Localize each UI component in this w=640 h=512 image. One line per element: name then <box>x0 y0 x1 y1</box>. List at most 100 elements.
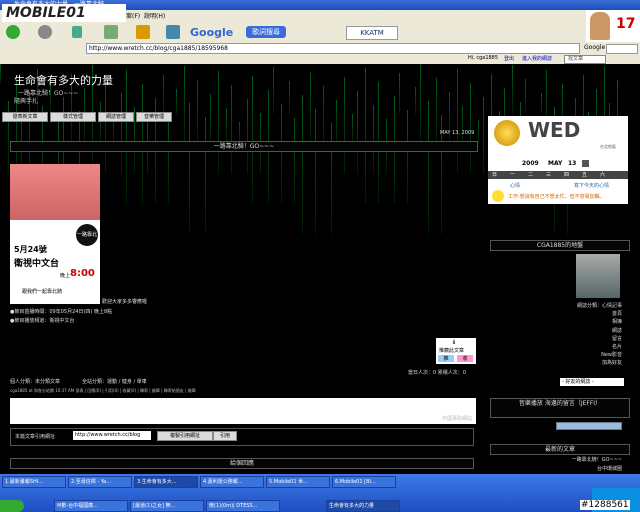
matrix-streak <box>168 112 169 204</box>
comment-hint: 中國爭取網站 <box>441 416 472 422</box>
mood-text: 工作:想說有自己不想太忙，但不容易加輯。 <box>508 194 605 200</box>
start-button[interactable] <box>0 500 24 512</box>
post-date: MAY 13, 2009 <box>440 130 475 136</box>
profile-links: 網誌分類：心情記事 首頁 相簿 網誌 留言 名片 New影音 加為好友 <box>556 302 622 368</box>
matrix-streak <box>226 108 227 144</box>
friends-blog-select[interactable]: - 好友的網誌 - <box>560 378 624 386</box>
recommend-label: 推薦此文章 <box>439 348 465 354</box>
info-icon: ℹ <box>453 339 456 346</box>
lyrics-search-button[interactable]: 歌詞搜尋 <box>246 26 286 38</box>
link-guestbook[interactable]: 留言 <box>556 335 622 343</box>
menu-help[interactable]: 說明(H) <box>144 11 165 20</box>
task-4[interactable]: 4.嘉利運公務報... <box>200 476 264 488</box>
matrix-streak <box>197 80 198 144</box>
matrix-streak <box>462 106 463 144</box>
latest-post-1[interactable]: 一路靠北騎！GO~~~ <box>560 456 622 463</box>
week-sun: 日 <box>492 172 498 178</box>
matrix-streak <box>399 73 400 114</box>
matrix-streak <box>365 68 366 204</box>
ad-banner[interactable]: 17 <box>586 10 640 42</box>
matrix-streak <box>373 105 374 174</box>
link-blog[interactable]: 網誌 <box>556 327 622 335</box>
task-3[interactable]: 3.生命會有多大... <box>134 476 198 488</box>
link-home[interactable]: 首頁 <box>556 310 622 318</box>
link-add-friend[interactable]: 加為好友 <box>556 359 622 367</box>
trackback-panel: 本篇文章引用網址 http://www.wretch.cc/blog 複製引用網… <box>10 428 474 446</box>
matrix-streak <box>0 64 1 84</box>
matrix-streak <box>105 79 106 174</box>
post-bullet-2: ●節目播放頻道：衛視中文台 <box>10 318 75 324</box>
personal-category[interactable]: 個人分類：未分類文章 <box>10 378 60 385</box>
task-7[interactable]: M數-台中福國廣... <box>54 500 128 512</box>
task-2[interactable]: 2.至尋信標 - Ya... <box>68 476 132 488</box>
copy-trackback-button[interactable]: 複製引用網址 <box>157 431 213 441</box>
address-bar: http://www.wretch.cc/blog/cga1885/185959… <box>0 42 640 54</box>
style-manage-button[interactable]: 樣式管理 <box>50 112 96 122</box>
matrix-streak <box>478 120 479 144</box>
week-tue: 二 <box>528 172 534 178</box>
logout-link[interactable]: 登出 <box>504 55 514 62</box>
music-title: 音樂播放 海邊的留言（JEFFI） <box>490 398 630 418</box>
mood-write-link[interactable]: 寫下今天的心情 <box>574 182 609 189</box>
tv-poster[interactable]: 一路靠北騎 5月24號 衛視中文台 晚上 8:00 跟我們一起靠北騎 <box>10 164 100 304</box>
view-counter: 當日人次：0 累積人次：0 <box>408 370 466 376</box>
matrix-streak <box>315 109 316 234</box>
comment-box[interactable]: 中國爭取網站 <box>10 398 476 424</box>
back-icon[interactable] <box>6 25 20 39</box>
week-wed: 三 <box>546 172 552 178</box>
new-post-button[interactable]: 發表新文章 <box>2 112 48 122</box>
latest-post-2[interactable]: 台中環城圈 <box>560 465 622 472</box>
profile-photo[interactable] <box>576 254 620 298</box>
matrix-streak <box>336 100 337 144</box>
mobile01-logo: MOBILE01 <box>2 4 126 22</box>
matrix-streak <box>294 118 295 204</box>
recommend-collect-button[interactable]: 收 <box>457 355 473 362</box>
task-10[interactable]: 生命會有多大的力量 <box>326 500 400 512</box>
google-search-box[interactable] <box>606 44 638 54</box>
matrix-streak <box>231 85 232 174</box>
sun-icon <box>494 120 520 146</box>
trackback-url-input[interactable]: http://www.wretch.cc/blog <box>73 431 151 440</box>
music-player[interactable] <box>556 422 622 430</box>
quote-button[interactable]: 引用 <box>213 431 237 441</box>
task-9[interactable]: 微(1)(0m)| DTESS... <box>206 500 280 512</box>
matrix-streak <box>126 70 127 204</box>
poster-photo <box>10 164 100 220</box>
enter-blog-link[interactable]: 進入我的網誌 <box>522 55 552 62</box>
recommend-push-button[interactable]: 推 <box>438 355 454 362</box>
link-card[interactable]: 名片 <box>556 343 622 351</box>
profile-title: CGA1885的地盤 <box>490 240 630 251</box>
task-8[interactable]: [最道(1)之女] 無... <box>130 500 204 512</box>
kkatm-button[interactable]: KKATM <box>346 26 398 40</box>
comments-title: 給個回應 <box>10 458 474 469</box>
find-article-label[interactable]: 找文章 <box>568 55 583 62</box>
favorites-icon[interactable] <box>136 25 150 39</box>
link-video[interactable]: New影音 <box>556 351 622 359</box>
blog-manage-button[interactable]: 網誌管理 <box>98 112 134 122</box>
google-search-label[interactable]: Google <box>584 44 605 51</box>
poster-tagline: 跟我們一起靠北騎 <box>22 289 63 295</box>
music-manage-button[interactable]: 音樂管理 <box>136 112 172 122</box>
url-input[interactable]: http://www.wretch.cc/blog/cga1885/185959… <box>86 43 580 54</box>
blog-subtitle2: 隨興手扎 <box>14 98 39 105</box>
post-meta: cga1885 at 與各分站閱 10:37 AM 發表 | 回應(0) | 引… <box>10 388 196 393</box>
link-category[interactable]: 網誌分類：心情記事 <box>556 302 622 310</box>
task-5[interactable]: 5.Mobile01 世... <box>266 476 330 488</box>
site-category[interactable]: 全站分類：運動 / 健身 / 單車 <box>82 378 147 385</box>
refresh-icon[interactable] <box>72 26 82 38</box>
calendar-icon[interactable] <box>582 160 589 167</box>
history-icon[interactable] <box>166 25 180 39</box>
matrix-streak <box>189 103 190 234</box>
poster-date: 5月24號 <box>14 245 47 254</box>
post-bullet-1: ●節目首播時間：09年05月24日(四) 晚上8點 <box>10 309 113 315</box>
matrix-streak <box>428 101 429 234</box>
forward-icon[interactable] <box>38 25 52 39</box>
matrix-streak <box>281 104 282 204</box>
task-1[interactable]: 1.最新畫報SHI... <box>2 476 66 488</box>
browser-toolbar: Google 歌詞搜尋 KKATM 17 <box>0 10 640 43</box>
google-logo[interactable]: Google <box>190 26 233 39</box>
task-6[interactable]: 6.Mobile01 [Bl... <box>332 476 396 488</box>
poster-channel: 衛視中文台 <box>14 259 60 269</box>
home-icon[interactable] <box>104 25 118 39</box>
link-album[interactable]: 相簿 <box>556 318 622 326</box>
